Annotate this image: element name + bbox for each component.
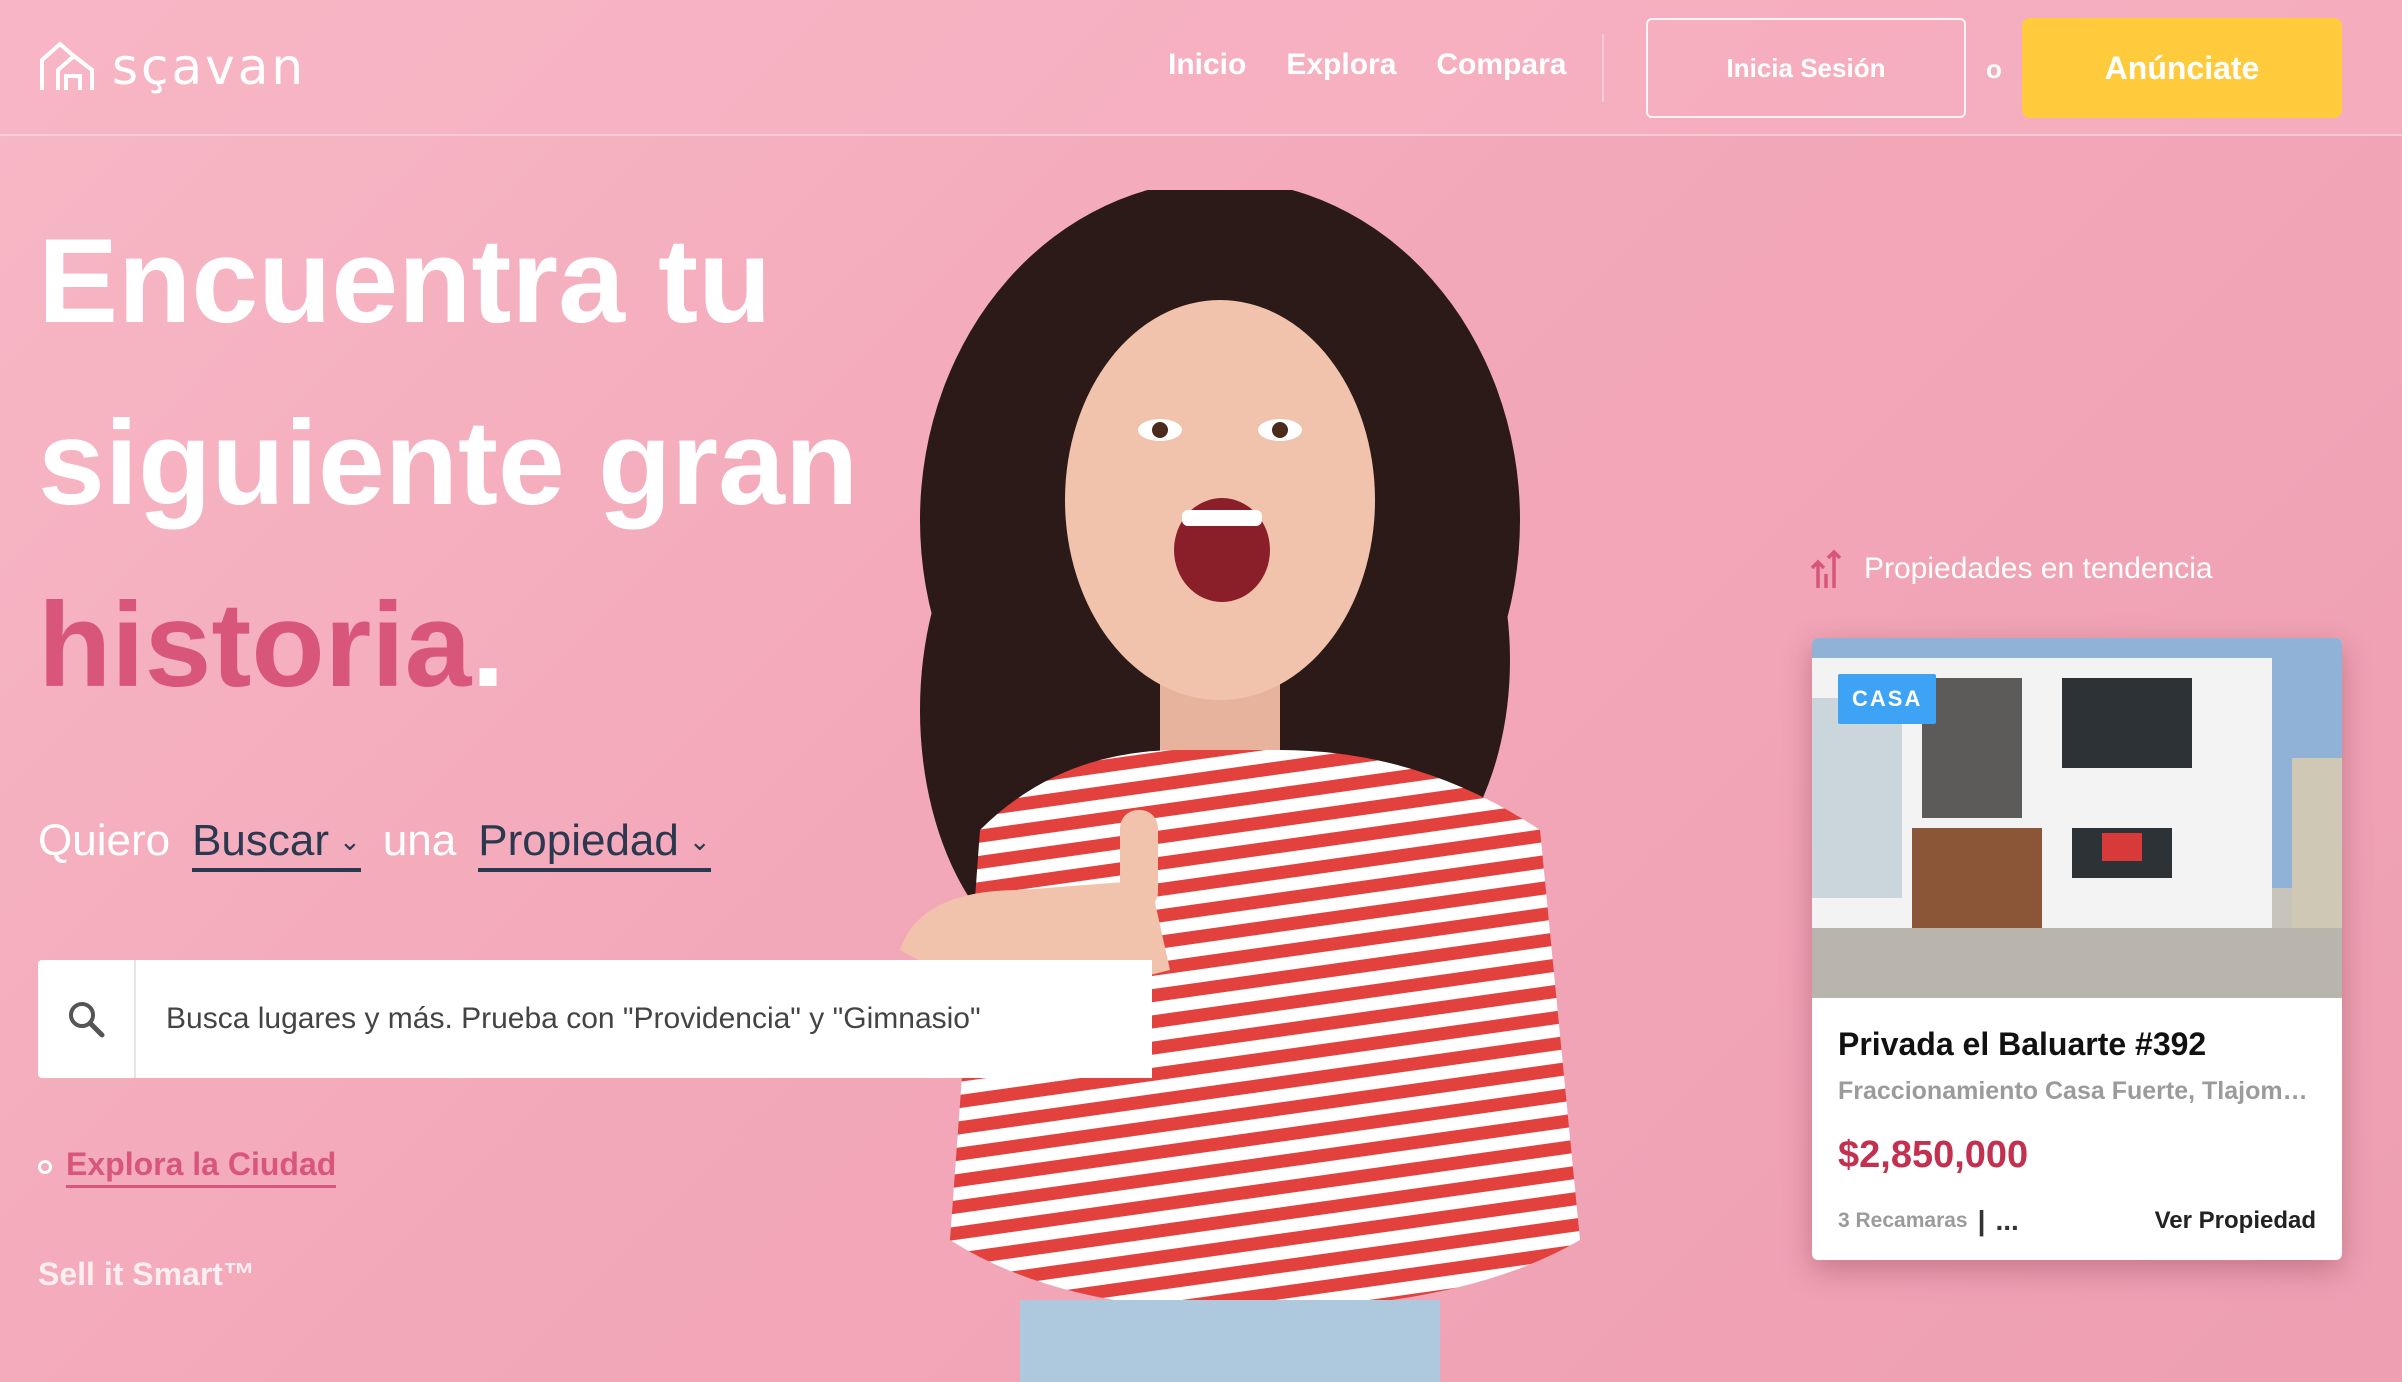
brand-logo[interactable]: sçavan <box>36 36 306 98</box>
intent-prefix: Quiero <box>38 816 171 865</box>
trending-heading: Propiedades en tendencia <box>1810 548 2213 590</box>
hero-title: Encuentra tu siguiente gran historia. <box>38 190 938 736</box>
property-card[interactable]: CASA Privada el Baluarte #392 Fraccionam… <box>1812 638 2342 1260</box>
top-header: sçavan Inicio Explora Compara Inicia Ses… <box>0 0 2402 136</box>
explore-city-link[interactable]: Explora la Ciudad <box>38 1146 337 1188</box>
nav-explora[interactable]: Explora <box>1286 48 1396 82</box>
hero-title-line1: Encuentra tu <box>38 214 772 348</box>
property-bedrooms: 3 Recamaras <box>1838 1209 1968 1232</box>
search-icon <box>69 1002 105 1038</box>
property-features: 3 Recamaras | ... <box>1838 1205 2019 1237</box>
intent-connector: una <box>382 816 457 865</box>
search-bar <box>38 960 1152 1078</box>
property-select-value: Propiedad <box>478 816 679 865</box>
view-property-link[interactable]: Ver Propiedad <box>2155 1207 2316 1235</box>
property-title: Privada el Baluarte #392 <box>1838 1026 2207 1062</box>
property-select[interactable]: Propiedad ⌄ <box>478 816 711 872</box>
or-separator: o <box>1986 54 2002 84</box>
bullet-icon <box>38 1160 52 1174</box>
advertise-button[interactable]: Anúnciate <box>2022 18 2342 118</box>
login-button[interactable]: Inicia Sesión <box>1646 18 1966 118</box>
explore-city-label: Explora la Ciudad <box>66 1146 337 1188</box>
chevron-down-icon: ⌄ <box>339 825 361 856</box>
action-select-value: Buscar <box>192 816 330 865</box>
property-card-body: Privada el Baluarte #392 Fraccionamiento… <box>1812 998 2342 1260</box>
more-features: ... <box>1995 1205 2019 1236</box>
property-price: $2,850,000 <box>1838 1134 2029 1176</box>
brand-name: sçavan <box>112 38 307 96</box>
search-intent: Quiero Buscar ⌄ una Propiedad ⌄ <box>38 816 711 872</box>
property-card-footer: 3 Recamaras | ... Ver Propiedad <box>1838 1205 2316 1237</box>
trending-heading-label: Propiedades en tendencia <box>1864 552 2213 585</box>
action-select[interactable]: Buscar ⌄ <box>192 816 361 872</box>
nav-inicio[interactable]: Inicio <box>1168 48 1246 82</box>
nav-divider <box>1602 34 1604 102</box>
logo-icon <box>40 41 94 90</box>
hero-person-image <box>900 190 1580 1382</box>
hero-title-line2: siguiente gran <box>38 396 859 530</box>
property-type-badge: CASA <box>1838 674 1937 724</box>
trending-icon <box>1810 549 1842 588</box>
search-input[interactable] <box>136 960 1152 1078</box>
main-nav: Inicio Explora Compara <box>1168 48 1566 82</box>
nav-compara[interactable]: Compara <box>1436 48 1566 82</box>
hero-title-period: . <box>471 578 505 712</box>
property-image: CASA <box>1812 638 2342 998</box>
sell-smart-tagline: Sell it Smart™ <box>38 1256 255 1292</box>
property-location: Fraccionamiento Casa Fuerte, Tlajomulco <box>1838 1077 2316 1105</box>
feature-separator: | <box>1977 1205 1986 1236</box>
chevron-down-icon: ⌄ <box>688 825 711 856</box>
search-icon-wrapper[interactable] <box>38 960 136 1078</box>
hero-title-accent: historia <box>38 578 472 712</box>
